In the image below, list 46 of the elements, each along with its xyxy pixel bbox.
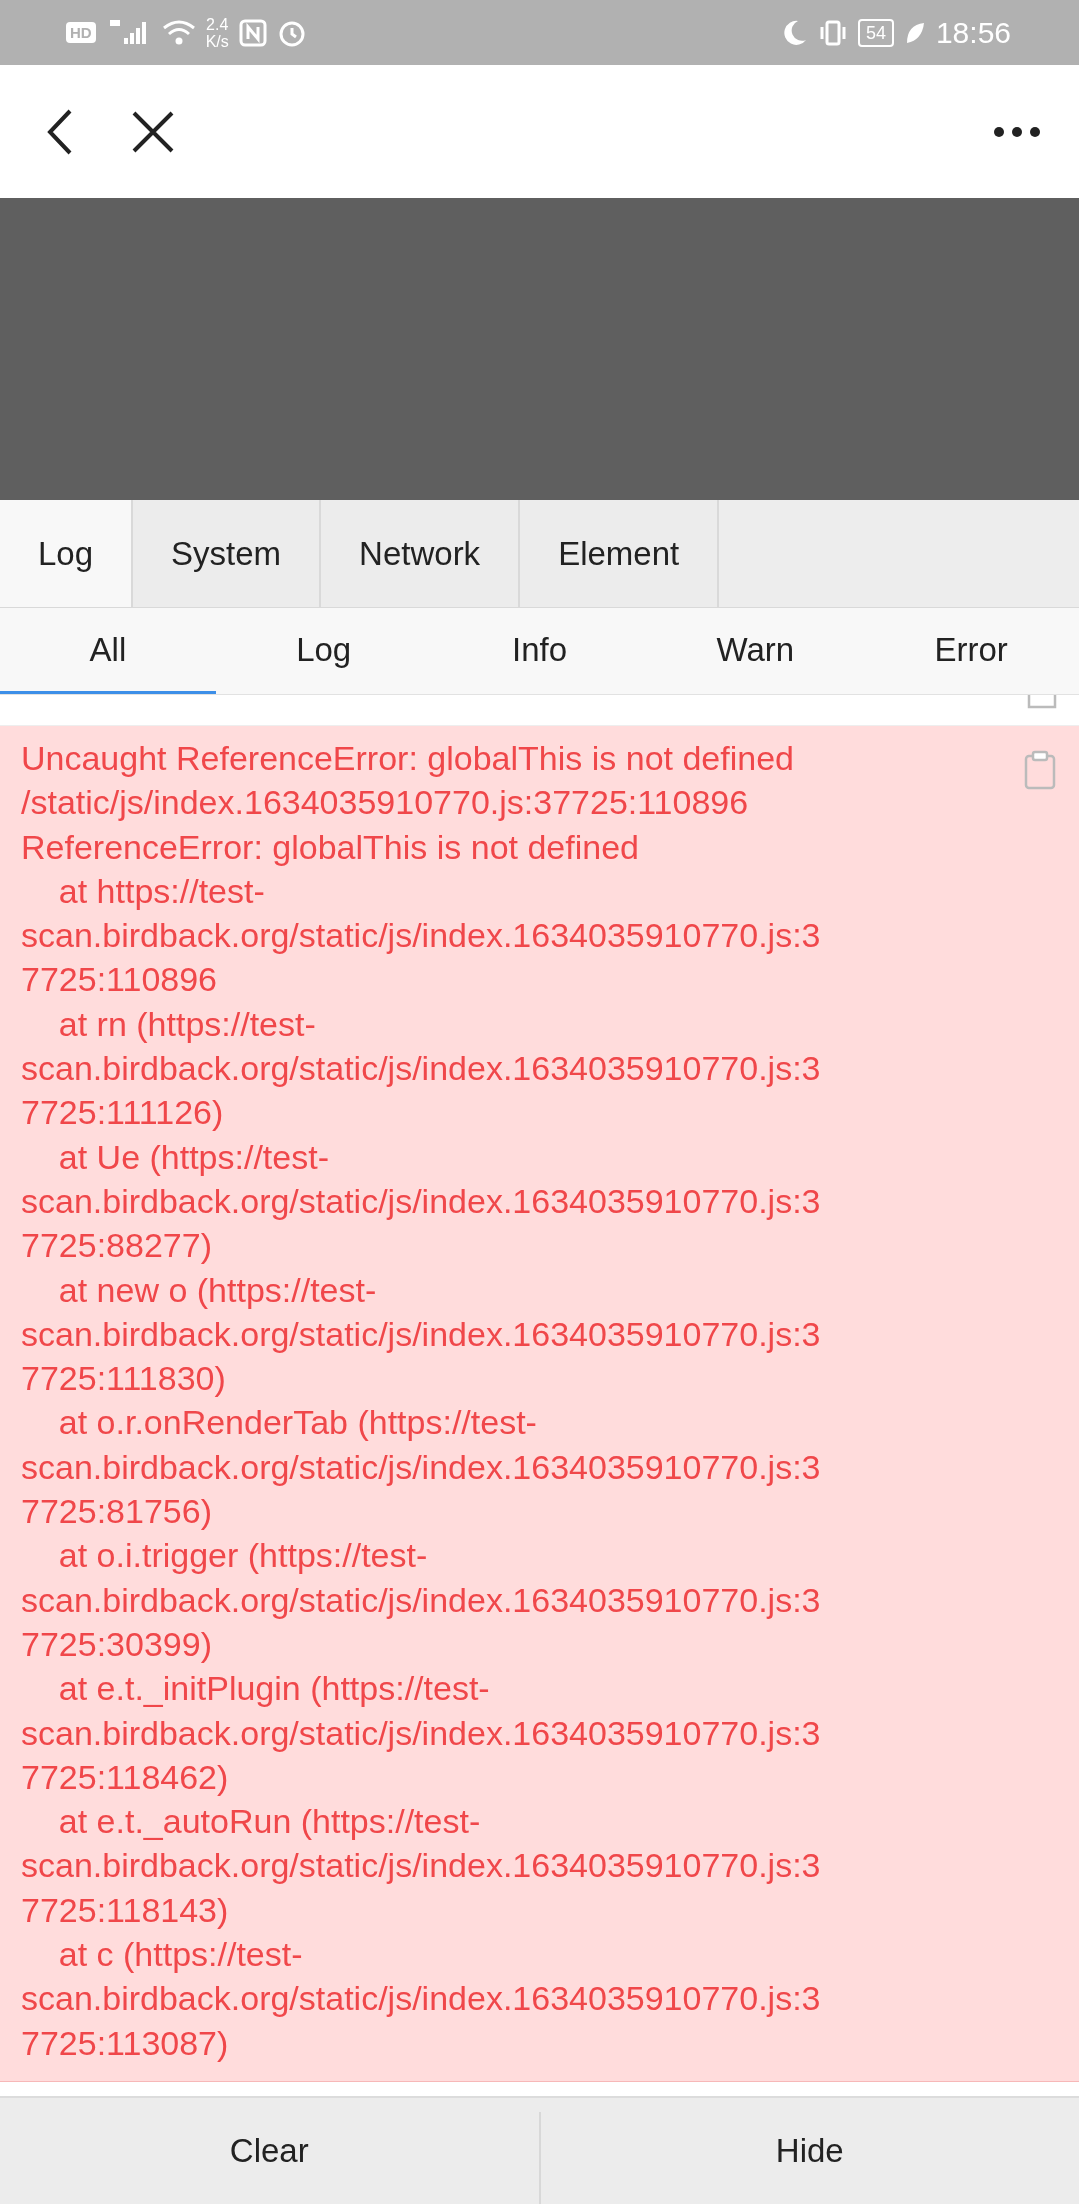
speed-unit: K/s: [205, 32, 229, 50]
log-line: Uncaught ReferenceError: globalThis is not defined: [21, 738, 795, 779]
toolbar-button[interactable]: Clear: [0, 2098, 539, 2204]
log-line: ReferenceError: globalThis is not defined: [21, 826, 640, 868]
log-line: scan.birdback.org/static/js/index.1634035910770.js:3: [21, 1180, 821, 1222]
filter-tab[interactable]: Info: [431, 608, 648, 694]
log-line: at rn (https://test-: [57, 1003, 317, 1045]
log-line: 7725:118462): [21, 1756, 230, 1798]
log-line: scan.birdback.org/static/js/index.1634035910770.js:3: [21, 1048, 821, 1090]
log-line: scan.birdback.org/static/js/index.1634035910770.js:3: [21, 1579, 821, 1621]
nfc-icon: [238, 17, 267, 48]
filter-tab[interactable]: Warn: [647, 608, 864, 694]
log-line: scan.birdback.org/static/js/index.1634035910770.js:3: [21, 1845, 821, 1887]
clipboard-icon[interactable]: [1027, 695, 1057, 709]
log-line: at Ue (https://test-: [57, 1136, 330, 1178]
log-line: scan.birdback.org/static/js/index.1634035910770.js:3: [21, 1712, 821, 1754]
log-line: at new o (https://test-: [57, 1269, 378, 1311]
log-line: at c (https://test-: [57, 1934, 304, 1975]
toolbar-button[interactable]: Hide: [540, 2098, 1079, 2204]
hd-icon: HD: [66, 22, 96, 43]
log-line: /static/js/index.1634035910770.js:37725:110896: [21, 782, 750, 824]
more-icon[interactable]: [993, 125, 1041, 138]
log-line: 7725:81756): [21, 1491, 213, 1533]
log-line: 7725:113087): [21, 2022, 230, 2064]
filter-tab[interactable]: Log: [215, 608, 432, 694]
log-line: at e.t._autoRun (https://test-: [57, 1801, 482, 1843]
log-line: scan.birdback.org/static/js/index.1634035910770.js:3: [21, 1446, 821, 1488]
speed-value: 2.4: [206, 15, 229, 33]
log-line: at e.t._initPlugin (https://test-: [57, 1668, 491, 1710]
log-line: 7725:88277): [21, 1225, 213, 1267]
filter-tab[interactable]: Error: [863, 608, 1079, 694]
log-line: at https://test-: [57, 870, 266, 912]
log-line: 7725:111830): [21, 1358, 227, 1400]
log-line: scan.birdback.org/static/js/index.1634035910770.js:3: [21, 1313, 821, 1355]
clipboard-icon[interactable]: [1023, 750, 1057, 790]
log-line: scan.birdback.org/static/js/index.1634035910770.js:3: [21, 915, 821, 957]
log-line: 7725:30399): [21, 1623, 213, 1665]
log-line: scan.birdback.org/static/js/index.1634035910770.js:3: [21, 1978, 821, 2020]
log-line: 7725:118143): [21, 1889, 230, 1931]
log-line: at o.r.onRenderTab (https://test-: [57, 1402, 538, 1444]
battery-indicator: 54: [857, 18, 894, 47]
log-line: 7725:110896: [21, 959, 218, 1001]
clock-time: 18:56: [935, 15, 1011, 50]
log-line: 7725:111126): [21, 1092, 225, 1134]
panel-tab[interactable]: Log: [0, 500, 134, 607]
log-line: at o.i.trigger (https://test-: [57, 1535, 429, 1577]
